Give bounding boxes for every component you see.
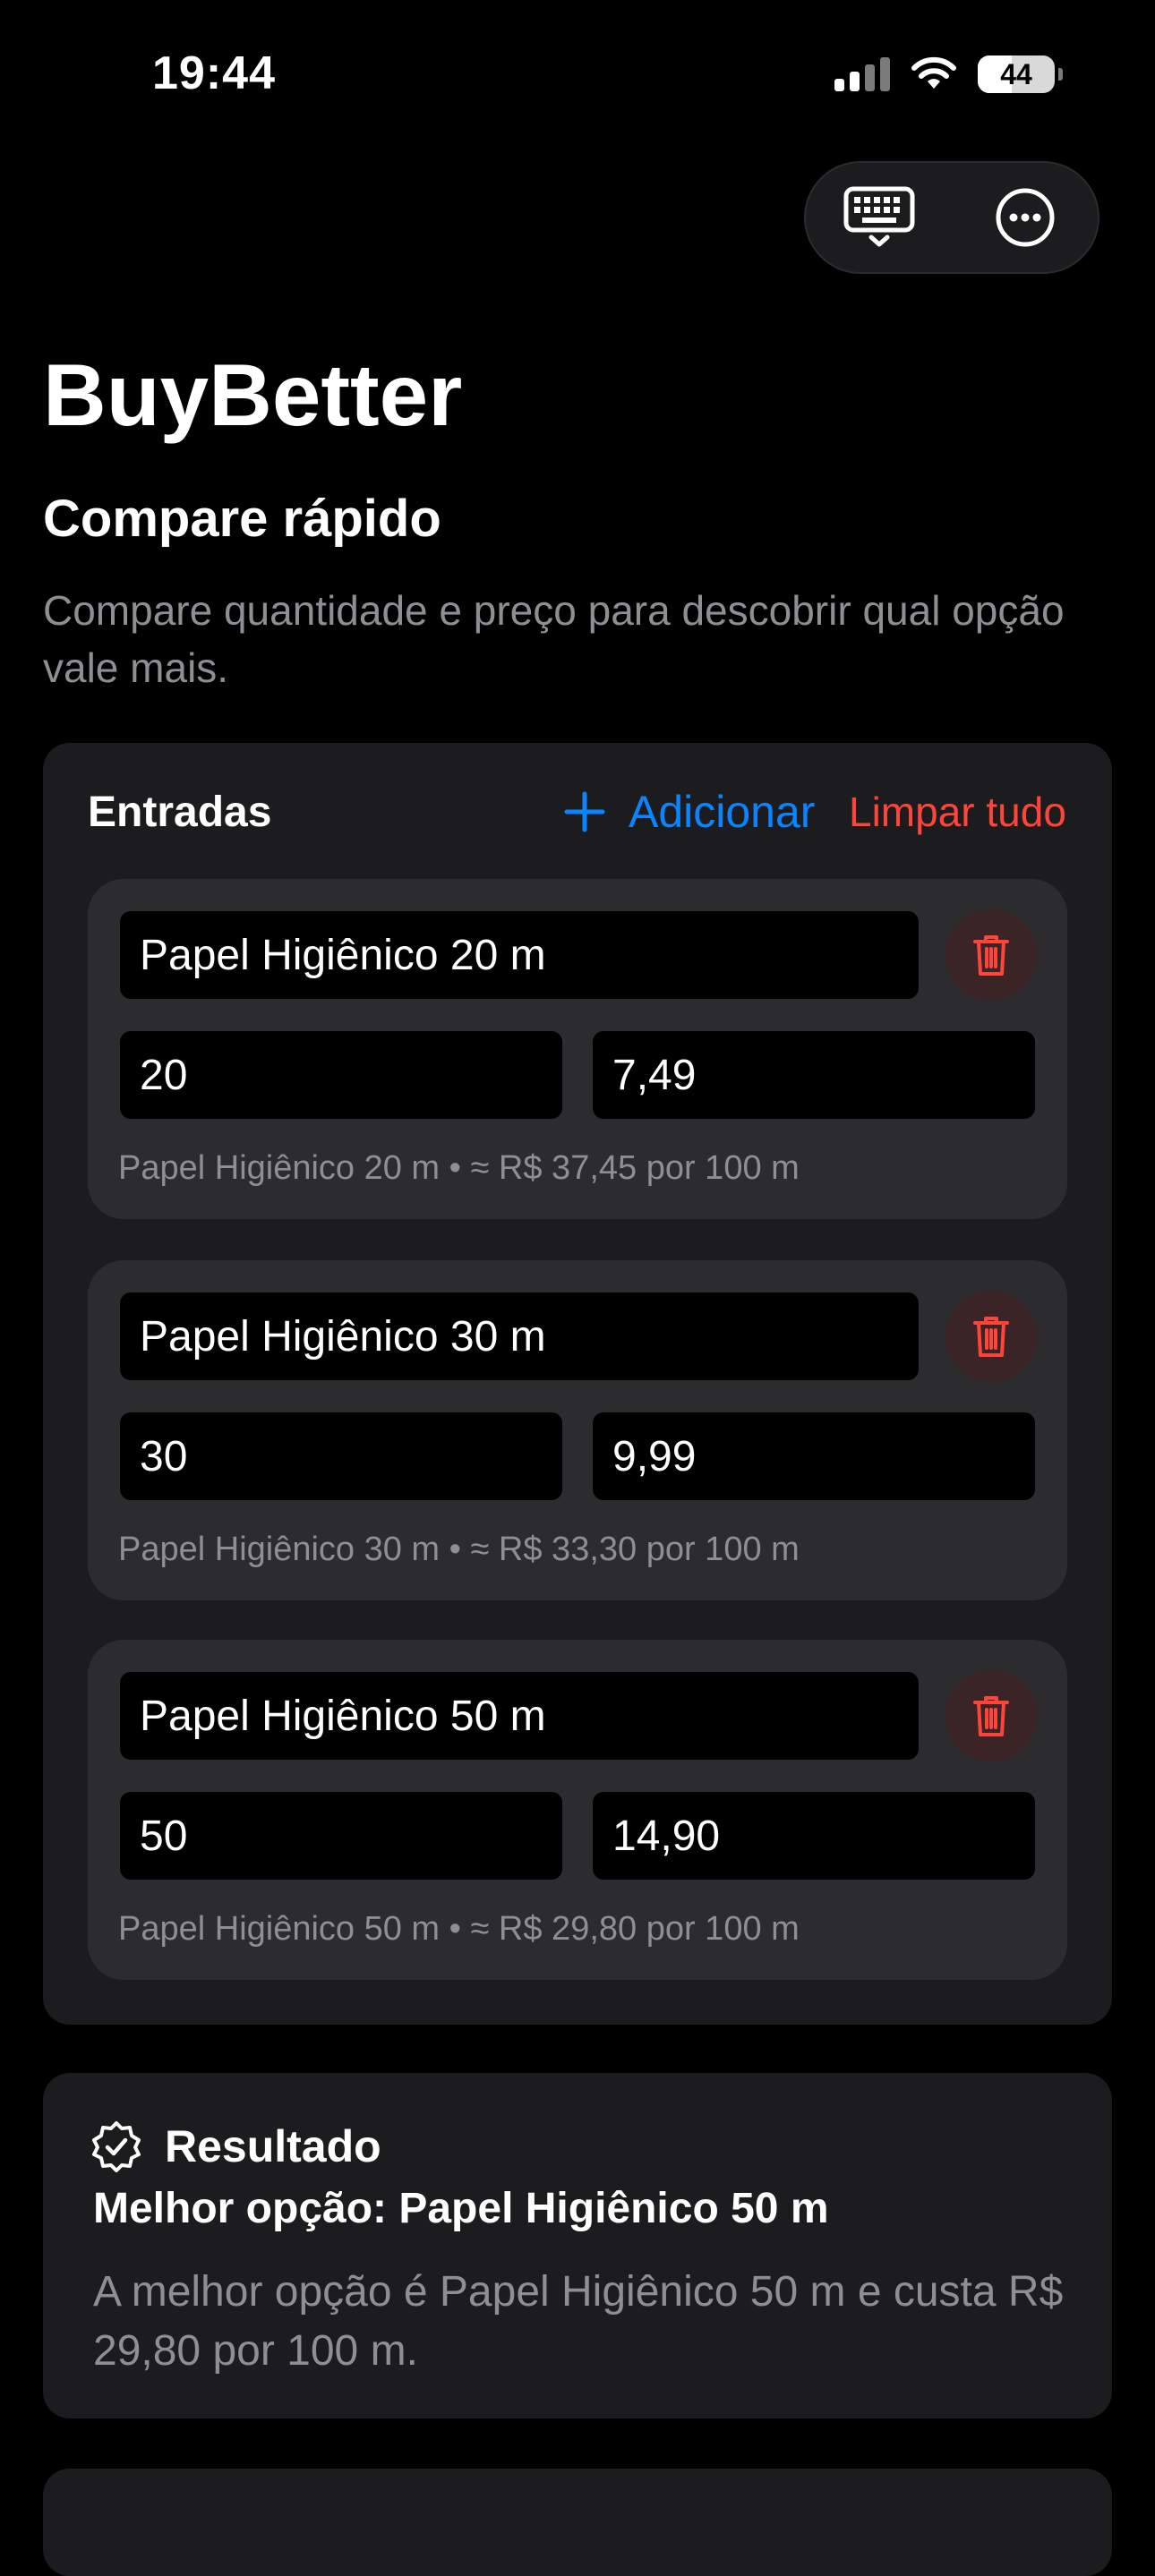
price-field[interactable]: 14,90 — [593, 1792, 1035, 1880]
quantity-field[interactable]: 20 — [120, 1031, 562, 1119]
price-field[interactable]: 9,99 — [593, 1412, 1035, 1500]
plus-icon — [564, 791, 605, 832]
result-best-option: Melhor opção: Papel Higiênico 50 m — [93, 2185, 829, 2232]
entry-summary: Papel Higiênico 30 m • ≈ R$ 33,30 por 10… — [118, 1531, 800, 1568]
battery-icon: 44 — [978, 55, 1063, 93]
toolbar-pill — [804, 161, 1099, 274]
next-card — [43, 2469, 1112, 2576]
delete-button[interactable] — [945, 1670, 1037, 1761]
result-header: Resultado — [90, 2120, 381, 2173]
page-subtitle: Compare rápido — [43, 490, 441, 548]
name-field[interactable]: Papel Higiênico 30 m — [120, 1292, 919, 1380]
keyboard-icon — [843, 186, 914, 247]
battery-level: 44 — [1000, 57, 1032, 90]
name-field[interactable]: Papel Higiênico 50 m — [120, 1672, 919, 1760]
trash-icon — [973, 935, 1009, 976]
more-button[interactable] — [980, 173, 1070, 262]
delete-button[interactable] — [945, 909, 1037, 1001]
checkmark-seal-icon — [92, 2121, 141, 2172]
trash-icon — [973, 1317, 1009, 1357]
status-icons: 44 — [834, 55, 1063, 93]
delete-button[interactable] — [945, 1291, 1037, 1382]
page-description: Compare quantidade e preço para descobri… — [43, 587, 1065, 691]
app-title: BuyBetter — [43, 345, 463, 444]
result-title: Resultado — [165, 2121, 381, 2171]
more-icon — [996, 188, 1054, 247]
result-description: A melhor opção é Papel Higiênico 50 m e … — [93, 2268, 1064, 2375]
entry-summary: Papel Higiênico 20 m • ≈ R$ 37,45 por 10… — [118, 1149, 800, 1187]
quantity-field[interactable]: 30 — [120, 1412, 562, 1500]
signal-icon — [834, 57, 890, 91]
clear-all-button[interactable]: Limpar tudo — [849, 788, 1066, 836]
wifi-icon — [911, 56, 956, 89]
price-field[interactable]: 7,49 — [593, 1031, 1035, 1119]
quantity-field[interactable]: 50 — [120, 1792, 562, 1880]
status-time: 19:44 — [152, 47, 276, 99]
trash-icon — [973, 1696, 1009, 1736]
keyboard-button[interactable] — [834, 173, 924, 262]
name-field[interactable]: Papel Higiênico 20 m — [120, 911, 919, 999]
add-button-label: Adicionar — [629, 787, 816, 837]
add-button[interactable]: Adicionar — [564, 786, 815, 838]
entry-summary: Papel Higiênico 50 m • ≈ R$ 29,80 por 10… — [118, 1910, 800, 1948]
entries-title: Entradas — [88, 789, 272, 836]
